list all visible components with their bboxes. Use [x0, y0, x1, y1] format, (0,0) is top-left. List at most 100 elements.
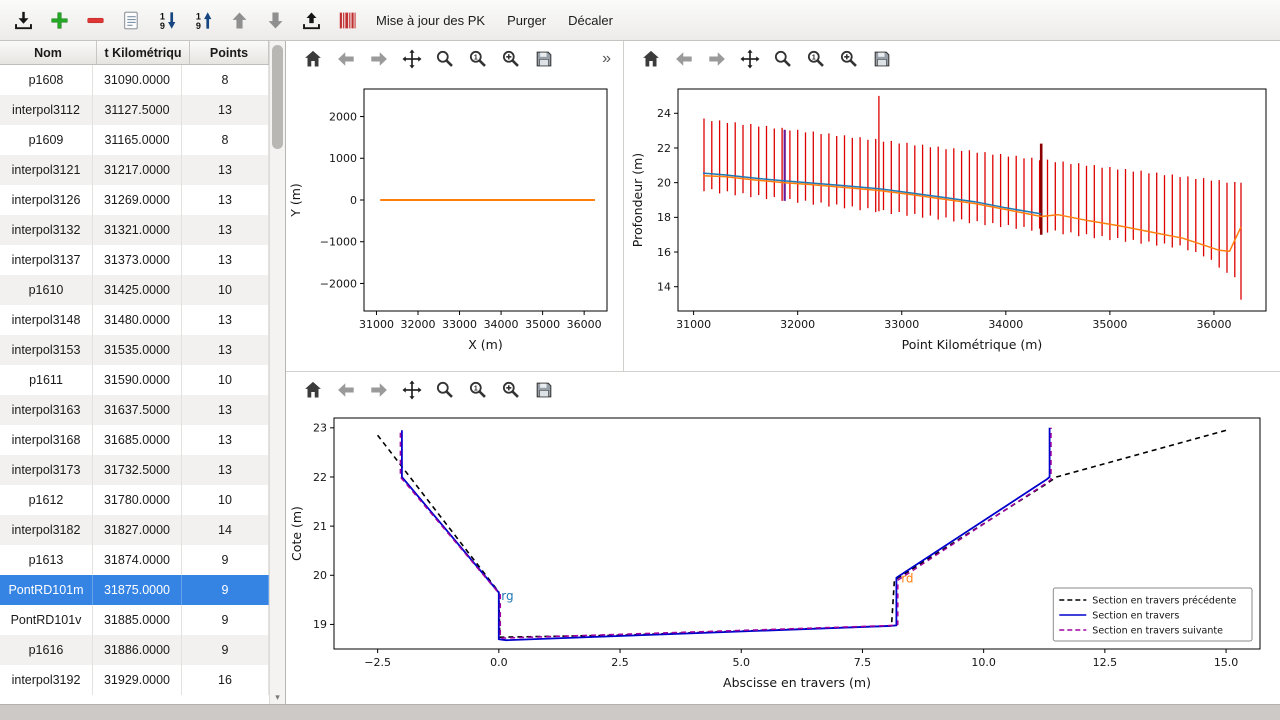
update-pk-button[interactable]: Mise à jour des PK — [366, 4, 495, 36]
save-button[interactable] — [869, 46, 895, 72]
add-button[interactable] — [42, 4, 76, 36]
section-chart-host: −2.50.02.55.07.510.012.515.01920212223Ab… — [286, 408, 1280, 707]
zoom-plus-button[interactable] — [498, 377, 524, 403]
table-row[interactable]: interpol318231827.000014 — [0, 515, 269, 545]
pan-button[interactable] — [399, 377, 425, 403]
table-row[interactable]: interpol316331637.500013 — [0, 395, 269, 425]
cell-pk: 31535.0000 — [93, 335, 182, 365]
section-nav-toolbar: 1 — [286, 372, 1280, 408]
svg-text:23: 23 — [313, 422, 327, 435]
top-plots-row: 1» 310003200033000340003500036000−2000−1… — [286, 41, 1280, 372]
zoom-one-button[interactable]: 1 — [803, 46, 829, 72]
table-row[interactable]: PontRD101v31885.00009 — [0, 605, 269, 635]
table-row[interactable]: interpol313731373.000013 — [0, 245, 269, 275]
zoom-button[interactable] — [770, 46, 796, 72]
column-header-nom[interactable]: Nom — [0, 41, 97, 64]
cell-nom: interpol3112 — [0, 95, 93, 125]
purge-button[interactable]: Purger — [497, 4, 556, 36]
zoom-one-button[interactable]: 1 — [465, 46, 491, 72]
zoom-plus-button[interactable] — [498, 46, 524, 72]
cell-points: 13 — [182, 215, 269, 245]
svg-text:Section en travers: Section en travers — [1092, 610, 1179, 621]
toolbar-overflow-chevron[interactable]: » — [602, 50, 617, 68]
zoom-plus-icon — [838, 48, 860, 70]
sections-button[interactable] — [330, 4, 364, 36]
table-row[interactable]: interpol311231127.500013 — [0, 95, 269, 125]
cell-nom: p1611 — [0, 365, 93, 395]
sort-descending-button[interactable]: 1 9 — [150, 4, 184, 36]
move-down-button[interactable] — [258, 4, 292, 36]
table-row[interactable]: interpol319231929.000016 — [0, 665, 269, 695]
shift-button[interactable]: Décaler — [558, 4, 623, 36]
cell-nom: interpol3173 — [0, 455, 93, 485]
plan-view-chart[interactable]: 310003200033000340003500036000−2000−1000… — [286, 77, 623, 371]
export-button[interactable] — [294, 4, 328, 36]
table-row[interactable]: p160931165.00008 — [0, 125, 269, 155]
table-row[interactable]: interpol314831480.000013 — [0, 305, 269, 335]
pan-icon — [401, 379, 423, 401]
sections-table: Nom t Kilométriqu Points p160831090.0000… — [0, 41, 269, 704]
home-button[interactable] — [638, 46, 664, 72]
table-row[interactable]: p161631886.00009 — [0, 635, 269, 665]
sort-ascending-button[interactable]: 1 9 — [186, 4, 220, 36]
table-row[interactable]: interpol312631269.000013 — [0, 185, 269, 215]
scrollbar-thumb[interactable] — [272, 45, 283, 149]
zoom-button[interactable] — [432, 46, 458, 72]
scrollbar-down-arrow[interactable]: ▾ — [270, 692, 285, 703]
table-row[interactable]: p161231780.000010 — [0, 485, 269, 515]
back-icon — [335, 48, 357, 70]
svg-text:Section en travers suivante: Section en travers suivante — [1092, 625, 1223, 636]
svg-text:22: 22 — [657, 142, 671, 155]
table-row[interactable]: interpol316831685.000013 — [0, 425, 269, 455]
back-button[interactable] — [333, 46, 359, 72]
save-button[interactable] — [531, 46, 557, 72]
svg-text:31000: 31000 — [359, 318, 394, 331]
table-row[interactable]: interpol315331535.000013 — [0, 335, 269, 365]
table-scrollbar[interactable]: ▾ — [269, 41, 285, 704]
move-up-button[interactable] — [222, 4, 256, 36]
cell-nom: interpol3163 — [0, 395, 93, 425]
forward-button[interactable] — [366, 377, 392, 403]
svg-text:2000: 2000 — [329, 110, 357, 123]
svg-text:1000: 1000 — [329, 152, 357, 165]
edit-button[interactable] — [114, 4, 148, 36]
zoom-plus-button[interactable] — [836, 46, 862, 72]
zoom-plus-icon — [500, 48, 522, 70]
plan-nav-toolbar: 1» — [286, 41, 623, 77]
cross-section-chart[interactable]: −2.50.02.55.07.510.012.515.01920212223Ab… — [286, 408, 1280, 707]
back-button[interactable] — [671, 46, 697, 72]
import-button[interactable] — [6, 4, 40, 36]
back-button[interactable] — [333, 377, 359, 403]
table-row[interactable]: p161031425.000010 — [0, 275, 269, 305]
pan-button[interactable] — [399, 46, 425, 72]
table-row[interactable]: p161131590.000010 — [0, 365, 269, 395]
svg-text:18: 18 — [657, 211, 671, 224]
zoom-button[interactable] — [432, 377, 458, 403]
longitudinal-profile-chart[interactable]: 3100032000330003400035000360001416182022… — [624, 77, 1280, 371]
table-row[interactable]: p161331874.00009 — [0, 545, 269, 575]
forward-button[interactable] — [366, 46, 392, 72]
table-row[interactable]: p160831090.00008 — [0, 65, 269, 95]
svg-text:rg: rg — [501, 589, 513, 603]
svg-text:Cote (m): Cote (m) — [289, 506, 304, 561]
table-row[interactable]: interpol312131217.000013 — [0, 155, 269, 185]
save-button[interactable] — [531, 377, 557, 403]
table-row[interactable]: PontRD101m31875.00009 — [0, 575, 269, 605]
remove-button[interactable] — [78, 4, 112, 36]
zoom-one-icon: 1 — [467, 379, 489, 401]
forward-button[interactable] — [704, 46, 730, 72]
column-header-points[interactable]: Points — [190, 41, 269, 64]
cell-points: 13 — [182, 245, 269, 275]
table-body: p160831090.00008interpol311231127.500013… — [0, 65, 269, 704]
table-row[interactable]: interpol317331732.500013 — [0, 455, 269, 485]
plots-panel: 1» 310003200033000340003500036000−2000−1… — [286, 41, 1280, 704]
home-button[interactable] — [300, 377, 326, 403]
svg-text:9: 9 — [195, 21, 200, 31]
pan-button[interactable] — [737, 46, 763, 72]
home-button[interactable] — [300, 46, 326, 72]
table-row[interactable]: interpol313231321.000013 — [0, 215, 269, 245]
column-header-pk[interactable]: t Kilométriqu — [97, 41, 190, 64]
zoom-one-button[interactable]: 1 — [465, 377, 491, 403]
cell-points: 13 — [182, 185, 269, 215]
svg-text:2.5: 2.5 — [611, 656, 629, 669]
